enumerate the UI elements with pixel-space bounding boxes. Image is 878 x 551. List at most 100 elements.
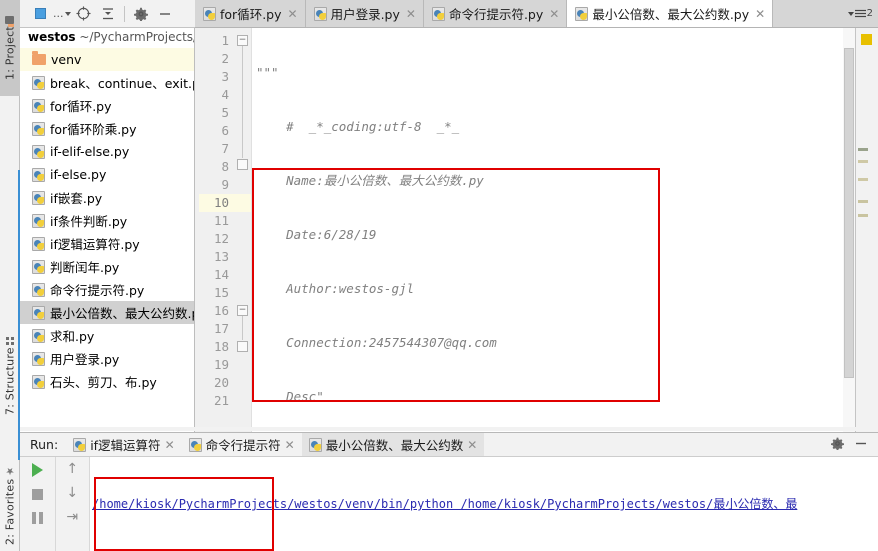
python-file-icon <box>32 328 45 343</box>
tree-item-rock-paper-scissors[interactable]: 石头、剪刀、布.py <box>20 370 194 393</box>
target-button[interactable] <box>73 3 95 25</box>
run-tab-2[interactable]: 最小公倍数、最大公约数 ✕ <box>301 433 485 456</box>
run-tab-1[interactable]: 命令行提示符 ✕ <box>182 433 302 456</box>
tree-item-lcm-gcd[interactable]: 最小公倍数、最大公约数.py <box>20 301 194 324</box>
close-icon[interactable]: ✕ <box>549 7 559 21</box>
line-number: 14 <box>213 267 229 282</box>
rail-favorites-label: 2: Favorites <box>3 478 17 546</box>
pause-button[interactable] <box>31 512 43 524</box>
close-icon[interactable]: ✕ <box>288 7 298 21</box>
tree-item-venv[interactable]: venv <box>20 48 194 71</box>
python-file-icon <box>32 167 45 182</box>
line-number: 3 <box>221 69 229 84</box>
editor-gutter[interactable]: 1 2 3 4 5 6 7 8 9 10 11 12 13 14 15 16 1… <box>195 28 252 432</box>
code-token-docstring: Date:6/28/19 <box>256 227 377 242</box>
run-tab-0[interactable]: if逻辑运算符 ✕ <box>66 433 181 456</box>
scrollbar-thumb[interactable] <box>844 48 854 378</box>
python-file-icon <box>32 213 45 228</box>
run-config-dropdown[interactable]: ... <box>53 7 71 20</box>
editor-scrollbar[interactable] <box>843 28 855 432</box>
line-number: 20 <box>213 375 229 390</box>
inspection-marker[interactable] <box>858 214 868 217</box>
run-settings-button[interactable] <box>831 437 844 453</box>
tree-item-if-condition[interactable]: if条件判断.py <box>20 209 194 232</box>
collapse-all-button[interactable] <box>97 3 119 25</box>
tree-item-user-login[interactable]: 用户登录.py <box>20 347 194 370</box>
chevron-down-icon <box>847 11 854 16</box>
tab-overflow-button[interactable]: 2 <box>843 0 878 27</box>
soft-wrap-icon[interactable]: ⇥ <box>66 510 78 524</box>
line-number: 16 <box>213 303 229 318</box>
tree-item-for-loop[interactable]: for循环.py <box>20 94 194 117</box>
editor-tab-3[interactable]: 最小公倍数、最大公约数.py ✕ <box>567 0 774 27</box>
editor-tab-2[interactable]: 命令行提示符.py ✕ <box>423 0 568 27</box>
editor-marker-rail[interactable] <box>855 28 878 432</box>
code-editor[interactable]: 1 2 3 4 5 6 7 8 9 10 11 12 13 14 15 16 1… <box>195 28 855 432</box>
tree-item-sum[interactable]: 求和.py <box>20 324 194 347</box>
tree-item-if-nested[interactable]: if嵌套.py <box>20 186 194 209</box>
close-icon[interactable]: ✕ <box>406 7 416 21</box>
run-button[interactable] <box>31 463 43 477</box>
tree-item-if-else[interactable]: if-else.py <box>20 163 194 186</box>
tree-item-command-prompt[interactable]: 命令行提示符.py <box>20 278 194 301</box>
project-root-name: westos <box>28 30 76 44</box>
rail-button-project[interactable]: 1: Project <box>0 0 20 96</box>
line-number: 13 <box>213 249 229 264</box>
fold-handle-docstring-end[interactable] <box>237 159 248 170</box>
editor-tab-1[interactable]: 用户登录.py ✕ <box>305 0 424 27</box>
fold-handle-for-end[interactable] <box>237 341 248 352</box>
rail-project-label: 1: Project <box>3 26 17 81</box>
fold-handle-docstring[interactable]: − <box>237 35 248 46</box>
line-number: 7 <box>221 141 229 156</box>
project-root-path: ~/PycharmProjects/westos <box>79 30 195 44</box>
run-minimize-button[interactable] <box>854 437 868 453</box>
tree-item-if-logic-operator[interactable]: if逻辑运算符.py <box>20 232 194 255</box>
inspection-marker[interactable] <box>858 200 868 203</box>
python-file-icon <box>32 374 45 389</box>
collapse-icon <box>102 7 113 19</box>
minimize-icon <box>159 12 170 15</box>
stop-button[interactable] <box>31 489 43 500</box>
run-configuration-selector[interactable] <box>29 3 51 25</box>
warning-marker-icon[interactable] <box>861 34 872 45</box>
tree-item-leap-year[interactable]: 判断闰年.py <box>20 255 194 278</box>
line-number: 12 <box>213 231 229 246</box>
inspection-marker[interactable] <box>858 178 868 181</box>
run-nav-column: ↑ ↓ ⇥ <box>54 457 90 551</box>
settings-button[interactable] <box>130 3 152 25</box>
rail-button-favorites[interactable]: 2: Favorites ★ <box>0 460 20 550</box>
close-icon[interactable]: ✕ <box>165 438 175 452</box>
folder-icon <box>5 15 15 24</box>
python-file-icon <box>313 6 327 21</box>
line-number-active: 10 <box>199 194 251 212</box>
tree-item-break-continue-exit[interactable]: break、continue、exit.py <box>20 71 194 94</box>
gear-icon <box>831 437 844 451</box>
scroll-down-icon[interactable]: ↓ <box>66 486 78 500</box>
project-root-row[interactable]: westos ~/PycharmProjects/westos <box>20 28 194 48</box>
toolbar-divider <box>123 5 125 22</box>
pycharm-window: 1: Project 7: Structure 2: Favorites ★ .… <box>0 0 878 551</box>
horizontal-splitter[interactable] <box>20 427 878 431</box>
tree-item-label: if逻辑运算符.py <box>50 237 140 252</box>
rail-button-structure[interactable]: 7: Structure <box>0 330 20 422</box>
fold-handle-for[interactable]: − <box>237 305 248 316</box>
close-icon[interactable]: ✕ <box>467 438 477 452</box>
code-line-6: Connection:2457544307@qq.com <box>252 334 855 352</box>
python-file-icon <box>73 437 87 452</box>
close-icon[interactable]: ✕ <box>285 438 295 452</box>
editor-tab-0[interactable]: for循环.py ✕ <box>195 0 306 27</box>
code-text[interactable]: """ # _*_coding:utf-8 _*_ Name:最小公倍数、最大公… <box>252 28 855 432</box>
python-file-icon <box>32 259 45 274</box>
line-number: 11 <box>213 213 229 228</box>
structure-icon <box>6 336 14 345</box>
tree-item-for-loop-factorial[interactable]: for循环阶乘.py <box>20 117 194 140</box>
close-icon[interactable]: ✕ <box>755 7 765 21</box>
tree-item-if-elif-else[interactable]: if-elif-else.py <box>20 140 194 163</box>
hide-toolbar-button[interactable] <box>154 3 176 25</box>
main-toolbar: ... <box>20 0 195 28</box>
run-tab-label: 命令行提示符 <box>205 438 281 453</box>
inspection-marker[interactable] <box>858 148 868 151</box>
inspection-marker[interactable] <box>858 160 868 163</box>
scroll-up-icon[interactable]: ↑ <box>66 462 78 476</box>
tree-item-label: 用户登录.py <box>50 352 120 367</box>
